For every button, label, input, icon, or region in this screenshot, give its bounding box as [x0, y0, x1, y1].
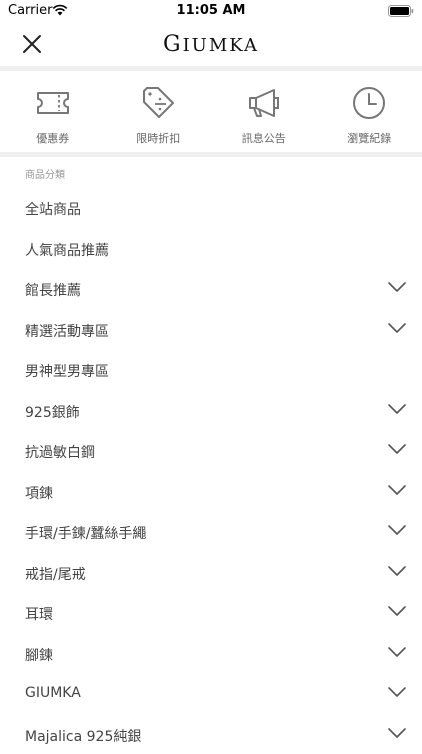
status-time: 11:05 AM — [0, 3, 422, 18]
category-label: 館長推薦 — [25, 280, 81, 300]
chevron-down-icon[interactable] — [388, 282, 406, 292]
quick-action-label: 限時折扣 — [136, 130, 180, 146]
category-item-925-silver[interactable]: 925銀飾 — [0, 390, 422, 431]
category-item-bracelet[interactable]: 手環/手鍊/蠶絲手繩 — [0, 511, 422, 552]
chevron-down-icon[interactable] — [388, 404, 406, 414]
brand-logo: GIUMKA — [0, 32, 422, 57]
quick-action-label: 瀏覽紀錄 — [347, 130, 391, 146]
navigation-bar: GIUMKA — [0, 22, 422, 66]
quick-action-discount[interactable]: 限時折扣 — [106, 71, 212, 153]
chevron-down-icon[interactable] — [388, 566, 406, 576]
category-item-all[interactable]: 全站商品 — [0, 187, 422, 228]
category-label: Majalica 925純銀 — [25, 726, 141, 746]
status-bar: Carrier 11:05 AM — [0, 0, 422, 22]
chevron-down-icon[interactable] — [388, 728, 406, 738]
category-label: 精選活動專區 — [25, 321, 109, 341]
category-item-earring[interactable]: 耳環 — [0, 592, 422, 633]
chevron-down-icon[interactable] — [388, 606, 406, 616]
category-label: 人氣商品推薦 — [25, 240, 109, 260]
quick-action-label: 訊息公告 — [242, 130, 286, 146]
category-item-featured-events[interactable]: 精選活動專區 — [0, 309, 422, 350]
chevron-down-icon[interactable] — [388, 647, 406, 657]
category-item-popular[interactable]: 人氣商品推薦 — [0, 228, 422, 269]
chevron-down-icon[interactable] — [388, 444, 406, 454]
clock-icon — [349, 83, 389, 123]
ticket-icon — [33, 83, 73, 123]
brand-logo-rest: IUMKA — [183, 35, 259, 56]
discount-tag-icon — [138, 83, 178, 123]
quick-action-label: 優惠券 — [36, 130, 69, 146]
category-item-manager-picks[interactable]: 館長推薦 — [0, 268, 422, 309]
quick-action-history[interactable]: 瀏覽紀錄 — [317, 71, 422, 153]
category-label: GIUMKA — [25, 685, 81, 701]
divider — [0, 152, 422, 157]
category-label: 手環/手鍊/蠶絲手繩 — [25, 523, 146, 543]
chevron-down-icon[interactable] — [388, 525, 406, 535]
category-item-men[interactable]: 男神型男專區 — [0, 349, 422, 390]
category-item-ring[interactable]: 戒指/尾戒 — [0, 552, 422, 593]
chevron-down-icon[interactable] — [388, 485, 406, 495]
quick-action-coupon[interactable]: 優惠券 — [0, 71, 106, 153]
category-label: 腳鍊 — [25, 645, 53, 665]
chevron-down-icon[interactable] — [388, 323, 406, 333]
category-list: 全站商品 人氣商品推薦 館長推薦 精選活動專區 男神型男專區 925銀飾 抗過敏… — [0, 187, 422, 754]
category-label: 925銀飾 — [25, 402, 80, 422]
category-label: 耳環 — [25, 604, 53, 624]
chevron-down-icon[interactable] — [388, 687, 406, 697]
category-label: 男神型男專區 — [25, 361, 109, 381]
megaphone-icon — [244, 83, 284, 123]
category-label: 項鍊 — [25, 483, 53, 503]
section-title: 商品分類 — [25, 166, 65, 181]
battery-icon — [388, 5, 414, 17]
category-label: 抗過敏白鋼 — [25, 442, 95, 462]
category-item-necklace[interactable]: 項鍊 — [0, 471, 422, 512]
category-item-steel[interactable]: 抗過敏白鋼 — [0, 430, 422, 471]
category-label: 全站商品 — [25, 199, 81, 219]
category-item-majalica[interactable]: Majalica 925純銀 — [0, 714, 422, 754]
brand-logo-initial: G — [163, 32, 183, 57]
category-item-giumka[interactable]: GIUMKA — [0, 673, 422, 714]
category-item-anklet[interactable]: 腳鍊 — [0, 633, 422, 674]
quick-action-announcements[interactable]: 訊息公告 — [211, 71, 317, 153]
category-label: 戒指/尾戒 — [25, 564, 86, 584]
quick-actions-bar: 優惠券 限時折扣 訊息公告 瀏覽紀錄 — [0, 71, 422, 153]
